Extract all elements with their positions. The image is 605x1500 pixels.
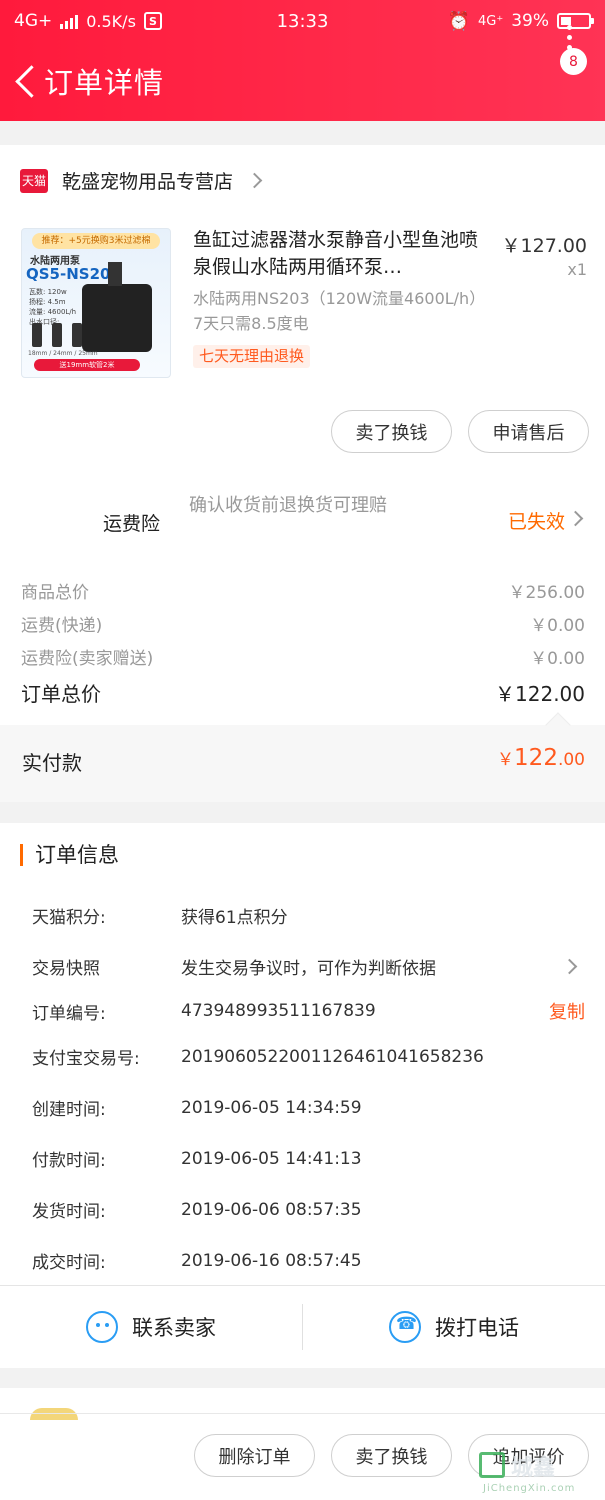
phone-icon: [389, 1311, 421, 1343]
paid-int: 122: [514, 745, 558, 771]
paid-amount-value: ￥122.00: [497, 745, 585, 771]
more-menu-icon[interactable]: [563, 4, 575, 50]
sell-button[interactable]: 卖了换钱: [331, 410, 452, 453]
status-bar: 4G+ 0.5K/s S 13:33 ⏰ 4G⁺ 39%: [14, 8, 594, 34]
pump-illustration: [82, 262, 152, 352]
order-total-value: ￥122.00: [495, 682, 585, 706]
info-row-created: 创建时间: 2019-06-05 14:34:59: [32, 1095, 585, 1121]
shop-link[interactable]: 天猫 乾盛宠物用品专营店: [20, 167, 263, 194]
avatar-peek: [30, 1408, 78, 1420]
fee-row-goods: 商品总价 ￥256.00: [21, 578, 585, 603]
contact-seller-button[interactable]: 联系卖家: [0, 1286, 302, 1368]
product-title[interactable]: 鱼缸过滤器潜水泵静音小型鱼池喷泉假山水陆两用循环泵…: [193, 227, 493, 281]
network-right-label: 4G⁺: [477, 13, 504, 29]
tmall-icon: 天猫: [20, 168, 48, 193]
signal-icon: [60, 13, 79, 29]
info-row-alipay-number: 支付宝交易号: 2019060522001126461041658236: [32, 1044, 585, 1070]
thumb-model: QS5-NS203: [26, 265, 121, 283]
info-row-shipped: 发货时间: 2019-06-06 08:57:35: [32, 1197, 585, 1223]
thumb-promo: 推荐：+5元换购3米过滤棉: [32, 233, 160, 249]
fee-label: 商品总价: [21, 583, 89, 603]
paid-currency: ￥: [497, 750, 515, 770]
net-speed: 0.5K/s: [86, 11, 136, 31]
thumb-sizes: 18mm / 24mm / 25mm: [28, 350, 98, 357]
nav-bar: 订单详情: [0, 56, 605, 106]
info-value: 2019-06-05 14:34:59: [181, 1097, 362, 1118]
chevron-right-icon: [567, 510, 584, 527]
shop-name: 乾盛宠物用品专营店: [62, 171, 234, 193]
info-key: 天猫积分:: [32, 908, 106, 928]
message-count-badge: 8: [560, 48, 587, 75]
delete-order-button[interactable]: 删除订单: [194, 1434, 315, 1477]
thumb-bottom-strip: 送19mm软管2米: [34, 359, 140, 371]
network-label: 4G+: [14, 11, 53, 31]
fee-label: 运费险(卖家赠送): [21, 649, 154, 669]
info-row-points: 天猫积分: 获得61点积分: [32, 903, 585, 928]
call-phone-button[interactable]: 拨打电话: [303, 1286, 605, 1368]
info-key: 发货时间:: [32, 1202, 106, 1222]
info-key: 支付宝交易号:: [32, 1049, 140, 1069]
order-card: 天猫 乾盛宠物用品专营店 推荐：+5元换购3米过滤棉 水陆两用泵 QS5-NS2…: [0, 145, 605, 802]
info-value: 2019-06-06 08:57:35: [181, 1199, 362, 1220]
fee-value: ￥0.00: [530, 616, 585, 636]
info-key: 付款时间:: [32, 1151, 106, 1171]
info-row-paid: 付款时间: 2019-06-05 14:41:13: [32, 1146, 585, 1172]
info-value: 2019-06-05 14:41:13: [181, 1148, 362, 1169]
app-notification-icon: S: [143, 12, 162, 30]
battery-percent: 39%: [511, 11, 549, 31]
sell-button-bottom[interactable]: 卖了换钱: [331, 1434, 452, 1477]
info-row-completed: 成交时间: 2019-06-16 08:57:45: [32, 1248, 585, 1274]
info-row-snapshot[interactable]: 交易快照 发生交易争议时，可作为判断依据: [32, 954, 585, 979]
call-phone-label: 拨打电话: [435, 1316, 519, 1340]
after-sales-button[interactable]: 申请售后: [468, 410, 589, 453]
order-total-label: 订单总价: [21, 682, 101, 706]
info-key: 订单编号:: [32, 1003, 106, 1024]
fee-row-insurance: 运费险(卖家赠送) ￥0.00: [21, 644, 585, 669]
page-title: 订单详情: [44, 66, 165, 100]
chat-icon: [86, 1311, 118, 1343]
fee-value: ￥0.00: [530, 649, 585, 669]
info-value: 2019-06-16 08:57:45: [181, 1250, 362, 1271]
chevron-right-icon: [246, 172, 263, 189]
contact-seller-label: 联系卖家: [132, 1316, 216, 1340]
watermark-logo-icon: [479, 1452, 505, 1478]
paid-amount-label: 实付款: [22, 751, 82, 775]
chevron-right-icon: [561, 958, 578, 975]
fee-row-shipping: 运费(快递) ￥0.00: [21, 611, 585, 636]
fee-value: ￥256.00: [508, 583, 585, 603]
watermark-sub: JiChengXin.com: [483, 1483, 576, 1494]
divider: [0, 1413, 605, 1414]
product-image[interactable]: 推荐：+5元换购3米过滤棉 水陆两用泵 QS5-NS203 瓦数: 120w 扬…: [21, 228, 171, 378]
copy-button[interactable]: 复制: [549, 998, 585, 1024]
app-header: 4G+ 0.5K/s S 13:33 ⏰ 4G⁺ 39% 订单详情 8: [0, 0, 605, 121]
info-key: 创建时间:: [32, 1100, 106, 1120]
info-key: 交易快照: [32, 959, 100, 979]
order-info-card: 订单信息 天猫积分: 获得61点积分 交易快照 发生交易争议时，可作为判断依据 …: [0, 823, 605, 1368]
product-price: ￥127.00: [501, 235, 587, 257]
product-quantity: x1: [567, 260, 587, 279]
shipping-insurance-desc: 确认收货前退换货可理赔: [189, 495, 387, 516]
paid-dec: .00: [557, 750, 585, 770]
info-value: 发生交易争议时，可作为判断依据: [181, 959, 436, 979]
info-row-order-number: 订单编号: 473948993511167839 复制: [32, 998, 585, 1024]
return-policy-tag: 七天无理由退换: [193, 345, 311, 368]
shipping-insurance-status[interactable]: 已失效: [508, 507, 565, 534]
info-value: 获得61点积分: [181, 908, 288, 928]
site-watermark: 城鑫 JiChengXin.com: [479, 1448, 599, 1496]
order-total-row: 订单总价 ￥122.00: [21, 678, 585, 707]
info-value: 473948993511167839: [181, 1001, 376, 1021]
thumb-specs: 瓦数: 120w 扬程: 4.5m 流量: 4600L/h 出水口径:: [29, 288, 77, 326]
watermark-text: 城鑫: [511, 1456, 556, 1481]
info-key: 成交时间:: [32, 1253, 106, 1273]
back-arrow-icon[interactable]: [12, 61, 42, 101]
info-value: 2019060522001126461041658236: [181, 1046, 484, 1067]
alarm-icon: ⏰: [447, 10, 470, 32]
shipping-insurance-label: 运费险: [103, 513, 161, 535]
contact-bar: 联系卖家 拨打电话: [0, 1285, 605, 1368]
product-spec: 水陆两用NS203（120W流量4600L/h）7天只需8.5度电: [193, 289, 486, 333]
order-info-title: 订单信息: [20, 844, 119, 866]
bottom-action-bar: 删除订单 卖了换钱 追加评价 城鑫 JiChengXin.com: [0, 1388, 605, 1500]
nozzles-illustration: [32, 323, 82, 347]
fee-label: 运费(快递): [21, 616, 103, 636]
